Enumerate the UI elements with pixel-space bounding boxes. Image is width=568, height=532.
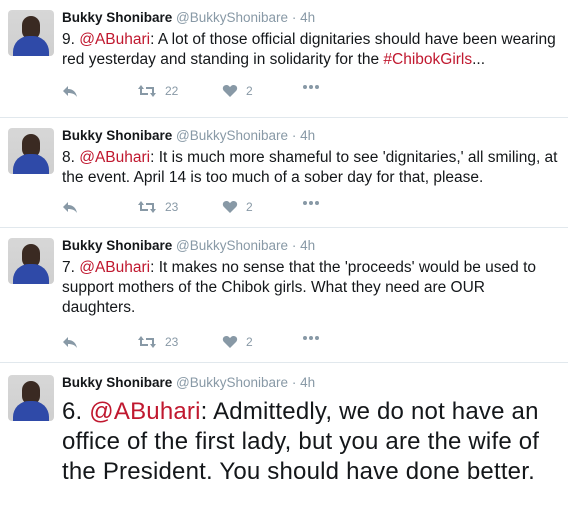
author-name[interactable]: Bukky Shonibare bbox=[62, 10, 172, 25]
retweet-button[interactable]: 23 bbox=[137, 335, 178, 349]
more-icon bbox=[303, 336, 319, 340]
author-name[interactable]: Bukky Shonibare bbox=[62, 128, 172, 143]
timestamp[interactable]: 4h bbox=[300, 375, 315, 390]
retweet-button[interactable]: 22 bbox=[137, 84, 178, 98]
reply-button[interactable] bbox=[62, 200, 78, 214]
author-name[interactable]: Bukky Shonibare bbox=[62, 238, 172, 253]
retweet-count: 23 bbox=[165, 335, 179, 349]
tweet-header: Bukky Shonibare @BukkyShonibare · 4h bbox=[62, 128, 315, 143]
reply-button[interactable] bbox=[62, 335, 78, 349]
separator: · bbox=[291, 238, 297, 253]
tweet[interactable]: Bukky Shonibare @BukkyShonibare · 4h 6. … bbox=[0, 363, 568, 532]
reply-icon bbox=[63, 202, 77, 213]
heart-icon bbox=[222, 200, 238, 213]
like-button[interactable]: 2 bbox=[222, 200, 253, 214]
tweet-header: Bukky Shonibare @BukkyShonibare · 4h bbox=[62, 10, 315, 25]
more-button[interactable] bbox=[302, 335, 320, 341]
avatar[interactable] bbox=[8, 128, 54, 174]
more-icon bbox=[303, 85, 319, 89]
separator: · bbox=[291, 128, 297, 143]
timestamp[interactable]: 4h bbox=[300, 238, 315, 253]
tweet-number: 7. bbox=[62, 259, 80, 276]
mention-link[interactable]: @ABuhari bbox=[79, 31, 150, 48]
tweet[interactable]: Bukky Shonibare @BukkyShonibare · 4h 9. … bbox=[0, 0, 568, 118]
reply-button[interactable] bbox=[62, 84, 78, 98]
tweet[interactable]: Bukky Shonibare @BukkyShonibare · 4h 7. … bbox=[0, 228, 568, 363]
reply-icon bbox=[63, 337, 77, 348]
like-button[interactable]: 2 bbox=[222, 84, 253, 98]
tweet-number: 9. bbox=[62, 31, 80, 48]
avatar[interactable] bbox=[8, 238, 54, 284]
tweet-header: Bukky Shonibare @BukkyShonibare · 4h bbox=[62, 375, 315, 390]
mention-link[interactable]: @ABuhari bbox=[79, 259, 150, 276]
tweet[interactable]: Bukky Shonibare @BukkyShonibare · 4h 8. … bbox=[0, 118, 568, 228]
retweet-count: 23 bbox=[165, 200, 179, 214]
author-handle[interactable]: @BukkyShonibare bbox=[176, 238, 288, 253]
retweet-icon bbox=[138, 201, 156, 213]
like-count: 2 bbox=[246, 84, 253, 98]
retweet-icon bbox=[138, 336, 156, 348]
author-name[interactable]: Bukky Shonibare bbox=[62, 375, 172, 390]
separator: · bbox=[291, 375, 297, 390]
tweet-number: 8. bbox=[62, 149, 80, 166]
mention-link[interactable]: @ABuhari bbox=[89, 398, 200, 425]
heart-icon bbox=[222, 84, 238, 97]
like-count: 2 bbox=[246, 335, 253, 349]
tweet-actions: 23 2 bbox=[62, 200, 362, 218]
avatar[interactable] bbox=[8, 375, 54, 421]
separator: · bbox=[291, 10, 297, 25]
tweet-actions: 23 2 bbox=[62, 335, 362, 353]
mention-link[interactable]: @ABuhari bbox=[79, 149, 150, 166]
tweet-text: 9. @ABuhari: A lot of those official dig… bbox=[62, 30, 560, 70]
tweet-text: 8. @ABuhari: It is much more shameful to… bbox=[62, 148, 560, 188]
reply-icon bbox=[63, 86, 77, 97]
tweet-number: 6. bbox=[62, 398, 90, 425]
tweet-text: 6. @ABuhari: Admittedly, we do not have … bbox=[62, 397, 560, 487]
tweet-text: 7. @ABuhari: It makes no sense that the … bbox=[62, 258, 560, 318]
retweet-button[interactable]: 23 bbox=[137, 200, 178, 214]
like-count: 2 bbox=[246, 200, 253, 214]
retweet-count: 22 bbox=[165, 84, 179, 98]
more-button[interactable] bbox=[302, 84, 320, 90]
author-handle[interactable]: @BukkyShonibare bbox=[176, 375, 288, 390]
more-button[interactable] bbox=[302, 200, 320, 206]
tweet-ellipsis: ... bbox=[472, 51, 486, 68]
timestamp[interactable]: 4h bbox=[300, 10, 315, 25]
retweet-icon bbox=[138, 85, 156, 97]
tweet-header: Bukky Shonibare @BukkyShonibare · 4h bbox=[62, 238, 315, 253]
more-icon bbox=[303, 201, 319, 205]
avatar[interactable] bbox=[8, 10, 54, 56]
author-handle[interactable]: @BukkyShonibare bbox=[176, 10, 288, 25]
like-button[interactable]: 2 bbox=[222, 335, 253, 349]
tweet-actions: 22 2 bbox=[62, 84, 362, 102]
heart-icon bbox=[222, 335, 238, 348]
hashtag-link[interactable]: #ChibokGirls bbox=[383, 51, 472, 68]
author-handle[interactable]: @BukkyShonibare bbox=[176, 128, 288, 143]
timestamp[interactable]: 4h bbox=[300, 128, 315, 143]
